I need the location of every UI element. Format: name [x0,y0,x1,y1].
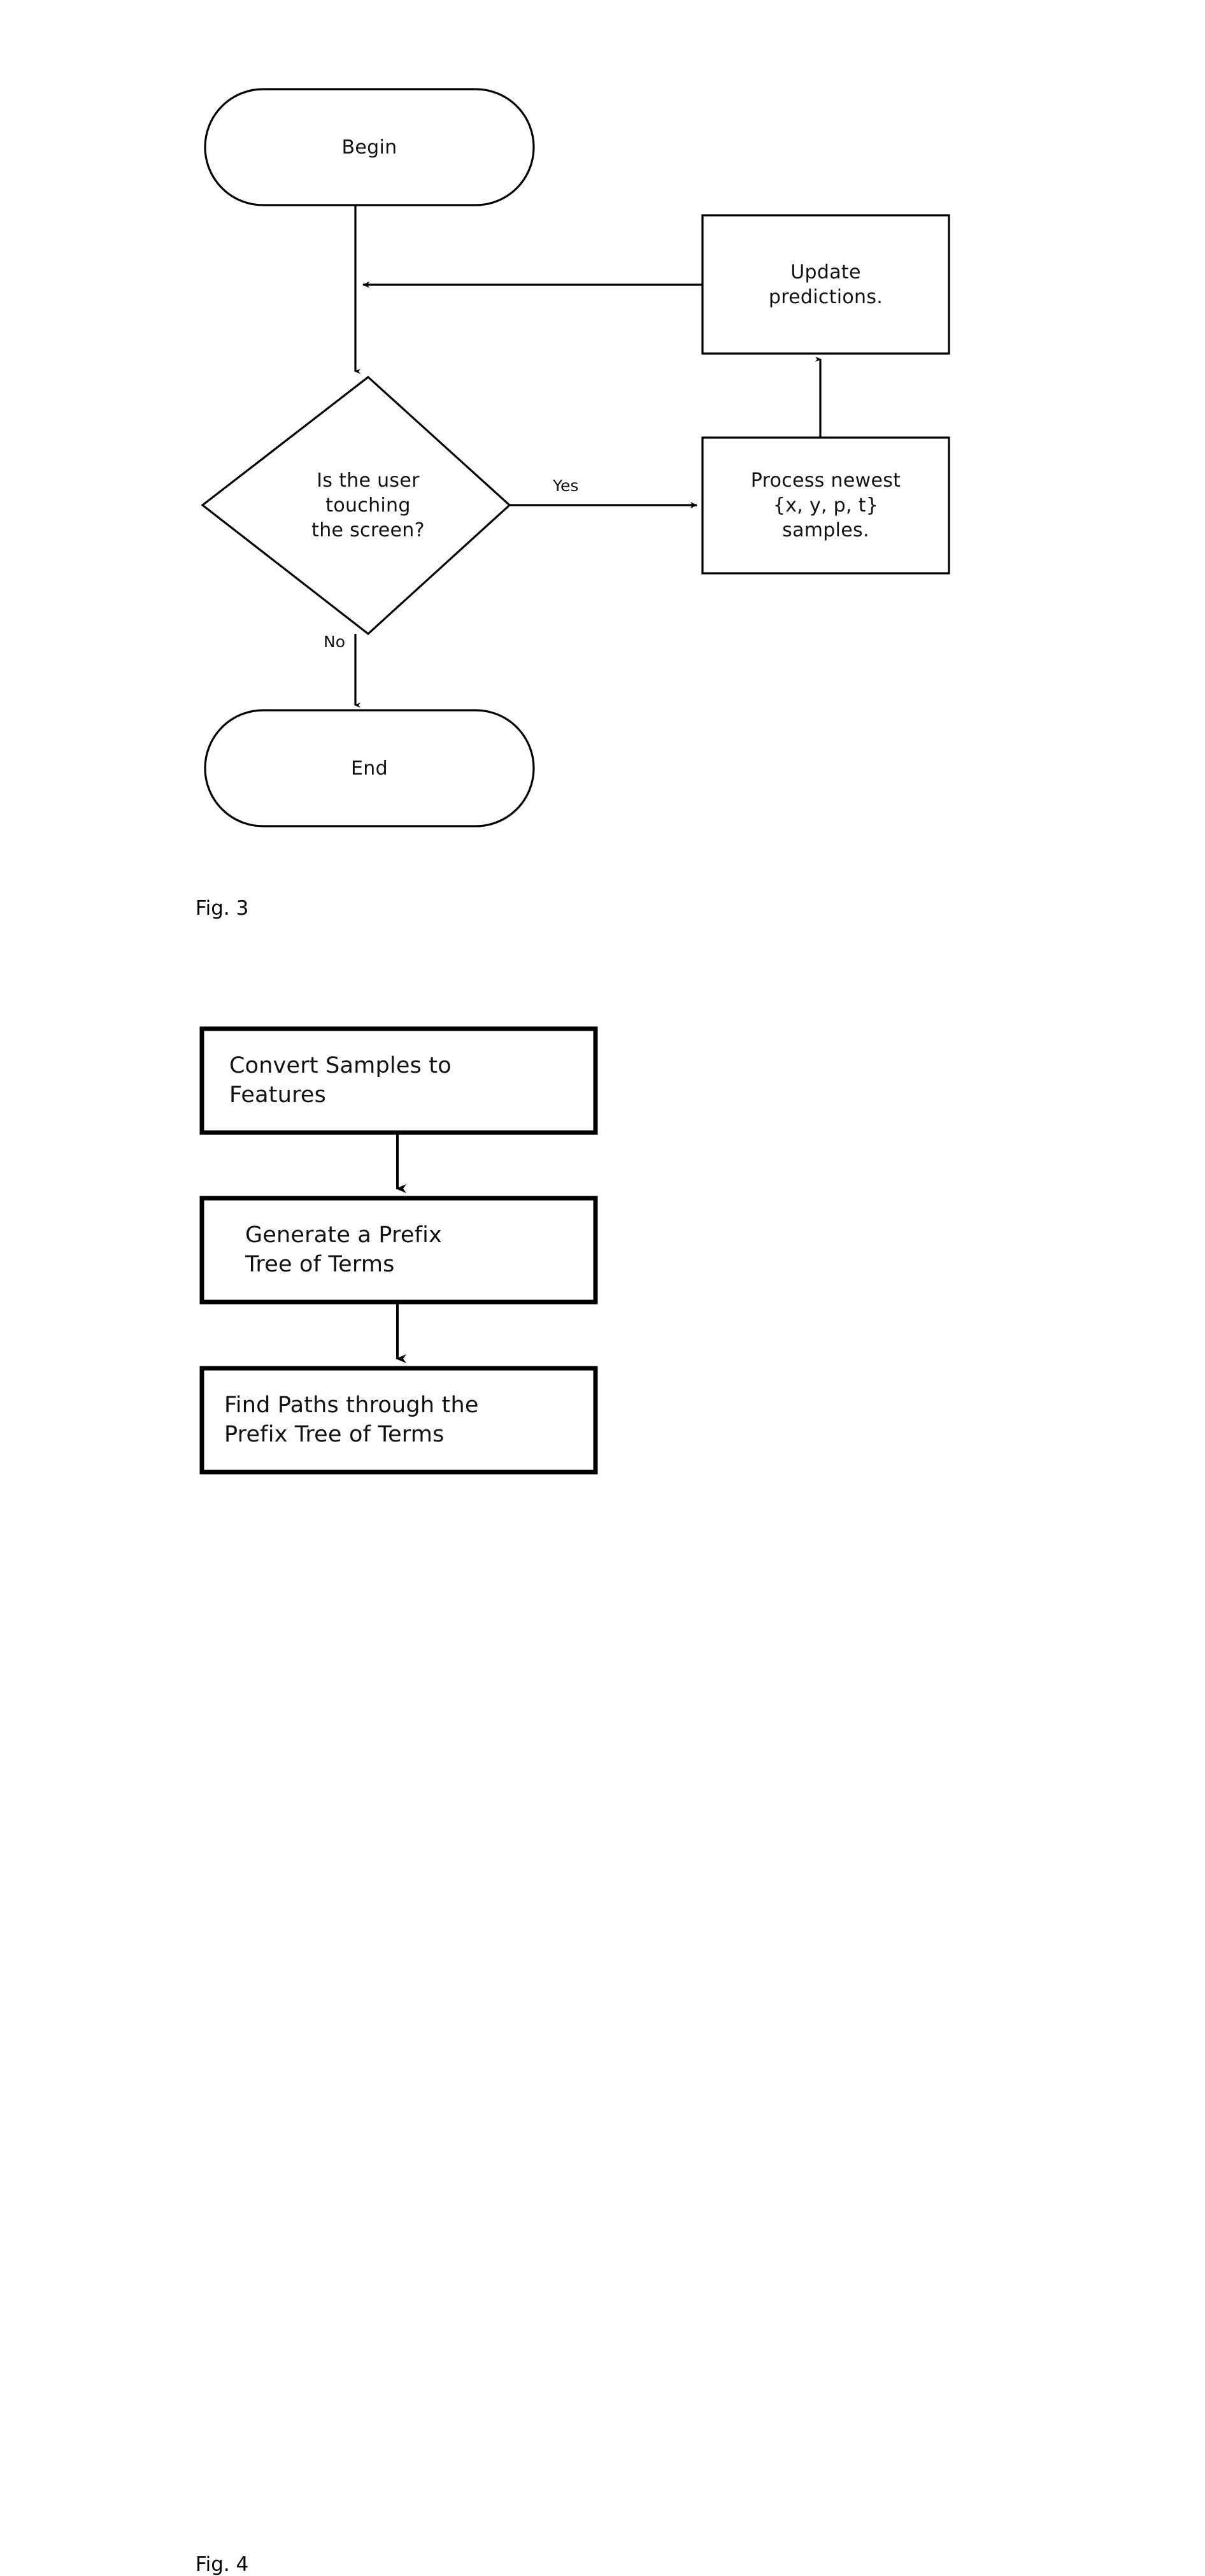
figure-4-graphics [199,1026,598,1475]
convert-samples-box-shape [199,1026,598,1135]
figure-3-graphics [201,88,950,827]
generate-prefix-tree-box-shape [199,1196,598,1305]
begin-terminator-shape [204,88,535,206]
figure-4-caption: Fig. 4 [196,2553,249,2576]
process-samples-box-shape [701,436,950,575]
find-paths-box-shape [199,1366,598,1475]
figure-3: Begin Is the user touching the screen? U… [0,0,1205,955]
update-predictions-box-shape [701,214,950,355]
figure-sheet: Begin Is the user touching the screen? U… [0,0,1205,2576]
figure-4: Convert Samples to Features Generate a P… [0,955,1205,2576]
end-terminator-shape [204,709,535,827]
decision-diamond-shape [201,375,511,636]
figure-3-caption: Fig. 3 [196,897,249,920]
